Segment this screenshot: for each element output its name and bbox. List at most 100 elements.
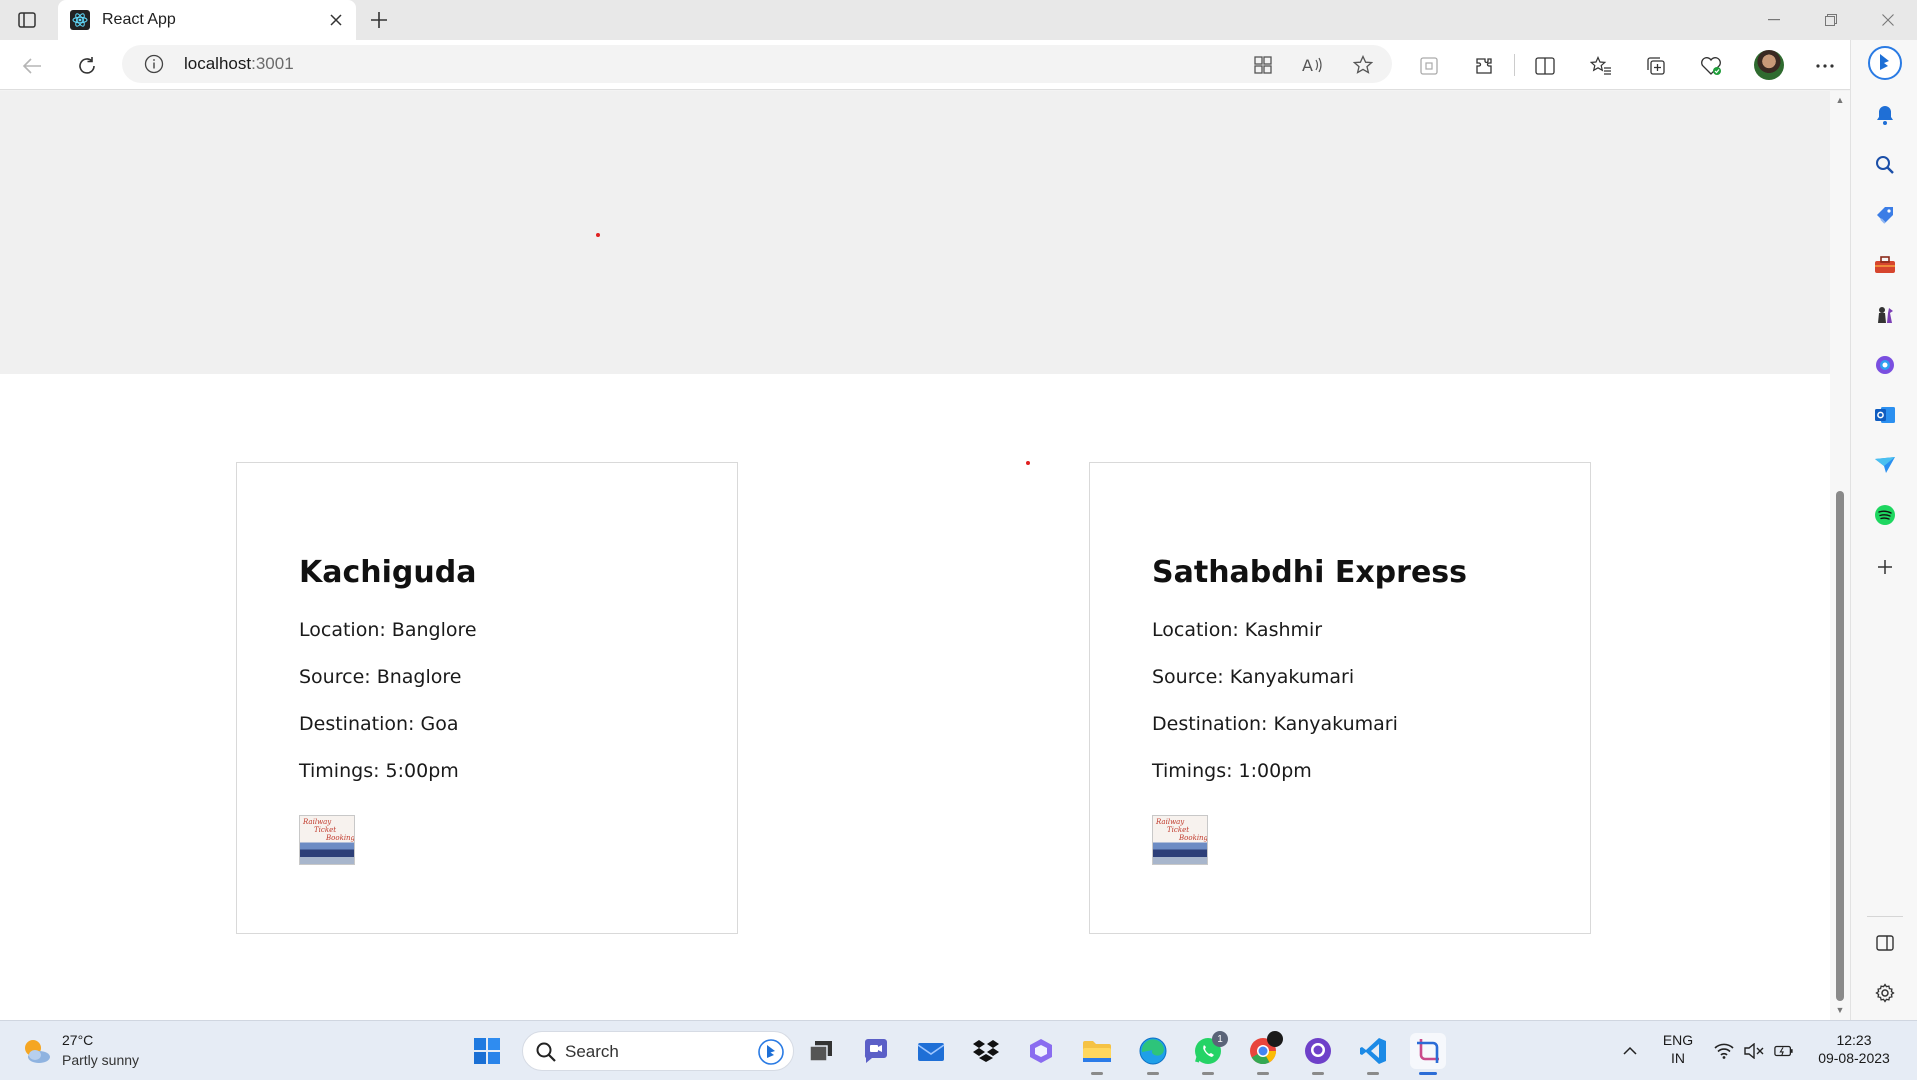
search-icon: [535, 1041, 557, 1063]
hero-banner: [0, 91, 1830, 374]
more-icon[interactable]: [1809, 50, 1841, 82]
close-icon[interactable]: [326, 10, 346, 30]
notification-badge-dot: [1267, 1031, 1283, 1047]
favorite-star-icon[interactable]: [1352, 54, 1374, 76]
tag-icon[interactable]: [1872, 202, 1898, 228]
toolbar-divider: [1514, 54, 1515, 76]
whatsapp-icon[interactable]: 1: [1190, 1031, 1228, 1075]
browser-tab[interactable]: React App: [58, 0, 356, 40]
outlook-icon[interactable]: [1872, 402, 1898, 428]
task-view-icon[interactable]: [803, 1033, 839, 1069]
bell-icon[interactable]: [1872, 102, 1898, 128]
file-explorer-icon[interactable]: [1079, 1033, 1115, 1075]
vscode-icon[interactable]: [1355, 1033, 1391, 1075]
chevron-up-icon[interactable]: [1620, 1041, 1640, 1061]
sidebar-divider: [1867, 916, 1903, 917]
refresh-icon[interactable]: [71, 50, 103, 82]
running-indicator: [1091, 1072, 1103, 1075]
svg-text:A: A: [1302, 56, 1313, 74]
browser-essentials-icon[interactable]: [1695, 50, 1727, 82]
thumb-text: Ticket: [1167, 826, 1190, 834]
weather-temp[interactable]: 27°C: [62, 1032, 93, 1048]
split-screen-icon[interactable]: [1529, 50, 1561, 82]
thumb-text: Ticket: [314, 826, 337, 834]
spotify-icon[interactable]: [1872, 502, 1898, 528]
settings-gear-icon[interactable]: [1872, 980, 1898, 1006]
language-indicator[interactable]: ENG IN: [1660, 1032, 1696, 1066]
train-timings: Timings: 5:00pm: [299, 760, 459, 782]
clock[interactable]: 12:23 09-08-2023: [1808, 1032, 1900, 1066]
send-icon[interactable]: [1872, 452, 1898, 478]
toolbox-icon[interactable]: [1872, 252, 1898, 278]
new-tab-icon[interactable]: [366, 7, 392, 33]
chess-icon[interactable]: [1872, 302, 1898, 328]
avatar[interactable]: [1754, 50, 1784, 80]
chat-icon[interactable]: [858, 1033, 894, 1069]
minimize-icon[interactable]: [1754, 6, 1794, 34]
office-icon[interactable]: [1872, 352, 1898, 378]
favorites-icon[interactable]: [1585, 50, 1617, 82]
sidebar-toggle-icon[interactable]: [1872, 930, 1898, 956]
cursor-dot: [1026, 461, 1030, 465]
info-icon[interactable]: [144, 54, 164, 74]
apps-icon[interactable]: [1252, 54, 1274, 76]
train-destination: Destination: Kanyakumari: [1152, 713, 1398, 735]
tab-actions-icon[interactable]: [14, 9, 40, 31]
speaker-muted-icon[interactable]: [1744, 1041, 1764, 1061]
train-location: Location: Banglore: [299, 619, 477, 641]
chrome-icon[interactable]: [1245, 1031, 1283, 1075]
train-source: Source: Bnaglore: [299, 666, 462, 688]
add-icon[interactable]: [1872, 554, 1898, 580]
running-indicator: [1202, 1072, 1214, 1075]
restore-icon[interactable]: [1811, 6, 1851, 34]
edge-icon[interactable]: [1135, 1033, 1171, 1075]
thumb-text: Booking: [1179, 834, 1208, 842]
clock-time: 12:23: [1836, 1032, 1872, 1048]
windows-start-icon[interactable]: [469, 1033, 505, 1069]
search-icon[interactable]: [1872, 152, 1898, 178]
train-thumbnail[interactable]: Railway Ticket Booking: [1152, 815, 1208, 865]
bing-copilot-icon: [757, 1038, 785, 1066]
edge-sidebar: [1850, 40, 1917, 1020]
scroll-down-icon[interactable]: ▼: [1835, 1005, 1845, 1015]
scrollbar-thumb[interactable]: [1836, 491, 1844, 1001]
battery-icon[interactable]: [1774, 1041, 1794, 1061]
tab-title: React App: [102, 11, 176, 28]
snipping-tool-icon[interactable]: [1410, 1033, 1446, 1075]
train-location: Location: Kashmir: [1152, 619, 1323, 641]
url-text[interactable]: localhost:3001: [184, 54, 294, 74]
train-name: Kachiguda: [299, 555, 477, 590]
thumb-text: Booking: [326, 834, 355, 842]
collections-icon[interactable]: [1640, 50, 1672, 82]
browser-toolbar: localhost:3001 A: [0, 40, 1875, 90]
window-close-icon[interactable]: [1868, 6, 1908, 34]
train-thumbnail[interactable]: Railway Ticket Booking: [299, 815, 355, 865]
scroll-up-icon[interactable]: ▲: [1835, 95, 1845, 105]
github-icon[interactable]: [1300, 1033, 1336, 1075]
train-destination: Destination: Goa: [299, 713, 459, 735]
train-card: Kachiguda Location: Banglore Source: Bna…: [236, 462, 738, 934]
back-icon[interactable]: [16, 50, 48, 82]
bing-copilot-icon[interactable]: [1868, 46, 1902, 80]
mail-icon[interactable]: [913, 1033, 949, 1069]
cursor-dot: [596, 233, 600, 237]
url-port: :3001: [251, 54, 294, 73]
train-timings: Timings: 1:00pm: [1152, 760, 1312, 782]
weather-sun-icon[interactable]: [20, 1035, 52, 1067]
running-indicator: [1257, 1072, 1269, 1075]
extension-box-icon[interactable]: [1413, 50, 1445, 82]
extensions-icon[interactable]: [1468, 50, 1500, 82]
language-line2: IN: [1671, 1050, 1685, 1066]
copilot-icon[interactable]: [1023, 1033, 1059, 1069]
windows-taskbar: 27°C Partly sunny Search 1 ENG IN 12:23 …: [0, 1020, 1917, 1080]
page-scrollbar[interactable]: ▲ ▼: [1830, 91, 1850, 1020]
train-card: Sathabdhi Express Location: Kashmir Sour…: [1089, 462, 1591, 934]
language-line1: ENG: [1662, 1032, 1694, 1048]
address-bar[interactable]: localhost:3001 A: [122, 45, 1392, 83]
react-favicon-icon: [70, 10, 90, 30]
weather-condition[interactable]: Partly sunny: [62, 1052, 139, 1068]
dropbox-icon[interactable]: [968, 1033, 1004, 1069]
taskbar-search[interactable]: Search: [522, 1031, 794, 1071]
read-aloud-icon[interactable]: A: [1302, 54, 1324, 76]
wifi-icon[interactable]: [1714, 1041, 1734, 1061]
